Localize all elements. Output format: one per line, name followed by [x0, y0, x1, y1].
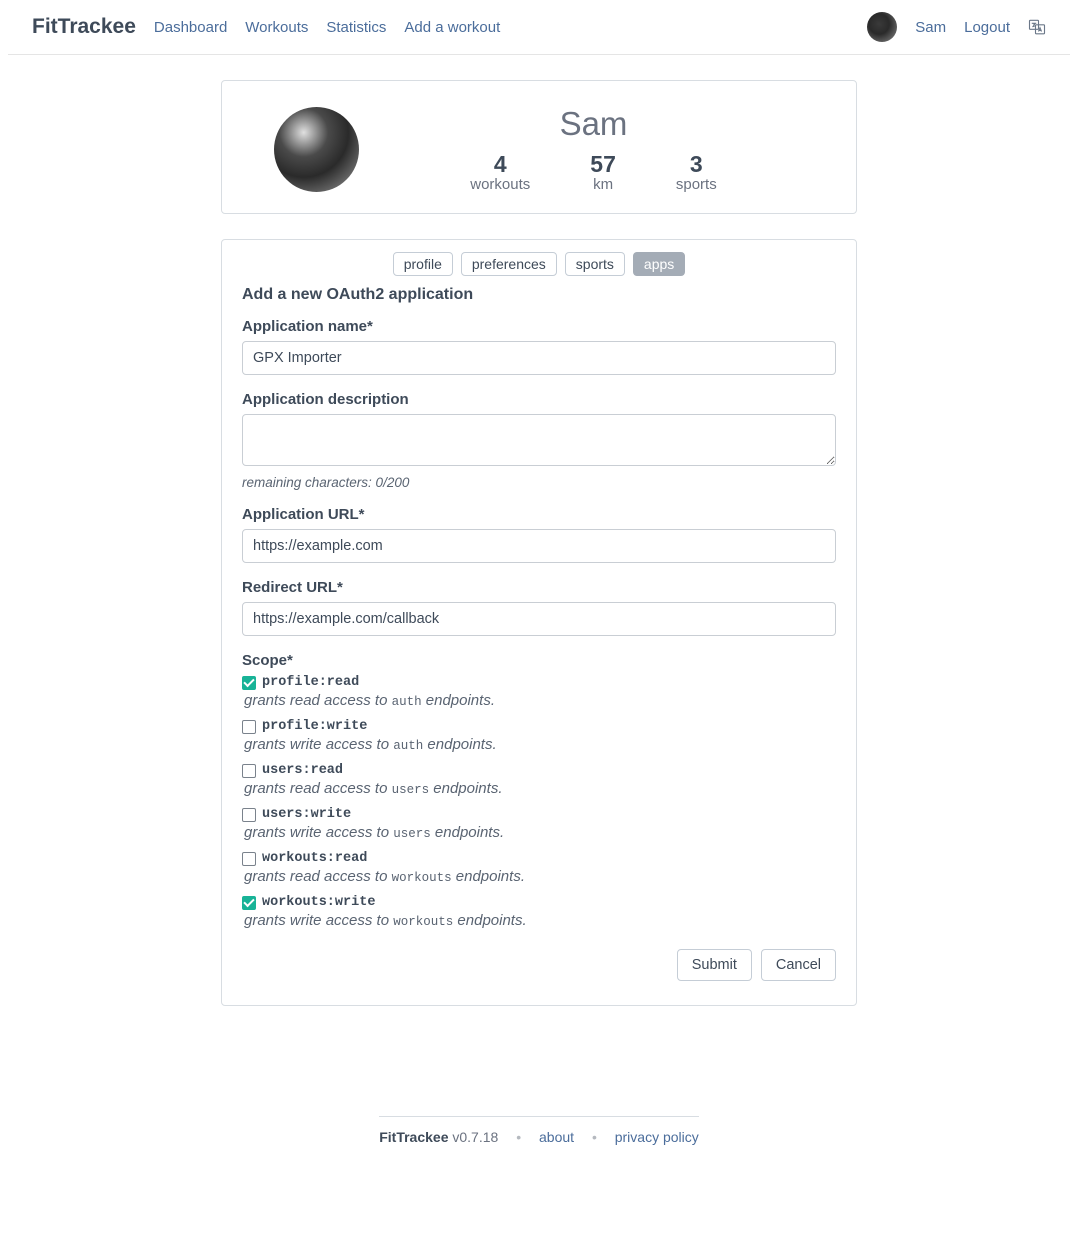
scope-name: workouts:write [262, 895, 375, 910]
stat-workouts-n: 4 [470, 151, 530, 178]
scope-item: workouts:read grants read access to worko… [242, 851, 836, 885]
scope-name: workouts:read [262, 851, 367, 866]
nav-right: Sam Logout [867, 12, 1046, 42]
scope-desc: grants read access to workouts endpoints… [244, 868, 836, 885]
scope-name: users:write [262, 807, 351, 822]
app-url-label: Application URL* [242, 506, 836, 523]
nav-statistics[interactable]: Statistics [326, 19, 386, 36]
form-actions: Submit Cancel [242, 949, 836, 981]
nav-user[interactable]: Sam [915, 19, 946, 36]
scopes-list: profile:read grants read access to auth e… [242, 675, 836, 929]
footer-about[interactable]: about [539, 1129, 574, 1145]
nav-add-workout[interactable]: Add a workout [404, 19, 500, 36]
scope-checkbox[interactable] [242, 676, 256, 690]
stat-sports-l: sports [676, 176, 717, 193]
scope-desc: grants read access to auth endpoints. [244, 692, 836, 709]
scope-item: workouts:write grants write access to wor… [242, 895, 836, 929]
app-desc-input[interactable] [242, 414, 836, 466]
scope-label: Scope* [242, 652, 836, 669]
stat-sports-n: 3 [676, 151, 717, 178]
scope-checkbox[interactable] [242, 720, 256, 734]
tab-preferences[interactable]: preferences [461, 252, 557, 276]
app-url-input[interactable] [242, 529, 836, 563]
scope-item: users:write grants write access to users … [242, 807, 836, 841]
brand-logo[interactable]: FitTrackee [32, 15, 136, 39]
stat-km-l: km [590, 176, 616, 193]
footer-privacy[interactable]: privacy policy [615, 1129, 699, 1145]
scope-name: users:read [262, 763, 343, 778]
stats-row: 4 workouts 57 km 3 sports [359, 151, 828, 193]
tab-sports[interactable]: sports [565, 252, 625, 276]
stat-workouts: 4 workouts [470, 151, 530, 193]
scope-checkbox[interactable] [242, 808, 256, 822]
redirect-url-label: Redirect URL* [242, 579, 836, 596]
redirect-url-input[interactable] [242, 602, 836, 636]
footer-brand: FitTrackee [379, 1129, 448, 1145]
app-desc-label: Application description [242, 391, 836, 408]
profile-card: Sam 4 workouts 57 km 3 sports [221, 80, 857, 214]
nav-links: Dashboard Workouts Statistics Add a work… [154, 19, 500, 36]
scope-desc: grants write access to users endpoints. [244, 824, 836, 841]
avatar-large [274, 107, 359, 192]
scope-desc: grants write access to workouts endpoint… [244, 912, 836, 929]
cancel-button[interactable]: Cancel [761, 949, 836, 981]
nav-logout[interactable]: Logout [964, 19, 1010, 36]
navbar: FitTrackee Dashboard Workouts Statistics… [8, 0, 1070, 55]
scope-name: profile:read [262, 675, 359, 690]
scope-item: users:read grants read access to users en… [242, 763, 836, 797]
form-title: Add a new OAuth2 application [242, 286, 836, 304]
profile-username: Sam [359, 105, 828, 143]
app-desc-hint: remaining characters: 0/200 [242, 475, 836, 490]
scope-checkbox[interactable] [242, 896, 256, 910]
submit-button[interactable]: Submit [677, 949, 752, 981]
nav-workouts[interactable]: Workouts [245, 19, 308, 36]
avatar-small[interactable] [867, 12, 897, 42]
footer: FitTrackee v0.7.18 • about • privacy pol… [0, 1116, 1078, 1145]
scope-desc: grants write access to auth endpoints. [244, 736, 836, 753]
stat-workouts-l: workouts [470, 176, 530, 193]
scope-checkbox[interactable] [242, 764, 256, 778]
scope-checkbox[interactable] [242, 852, 256, 866]
oauth-form-card: profile preferences sports apps Add a ne… [221, 239, 857, 1006]
app-name-input[interactable] [242, 341, 836, 375]
scope-name: profile:write [262, 719, 367, 734]
nav-dashboard[interactable]: Dashboard [154, 19, 227, 36]
stat-sports: 3 sports [676, 151, 717, 193]
scope-item: profile:read grants read access to auth e… [242, 675, 836, 709]
tab-profile[interactable]: profile [393, 252, 453, 276]
scope-item: profile:write grants write access to auth… [242, 719, 836, 753]
tabs: profile preferences sports apps [242, 252, 836, 276]
app-name-label: Application name* [242, 318, 836, 335]
stat-km-n: 57 [590, 151, 616, 178]
footer-version: v0.7.18 [452, 1129, 498, 1145]
language-icon[interactable] [1028, 18, 1046, 36]
tab-apps[interactable]: apps [633, 252, 685, 276]
stat-km: 57 km [590, 151, 616, 193]
scope-desc: grants read access to users endpoints. [244, 780, 836, 797]
